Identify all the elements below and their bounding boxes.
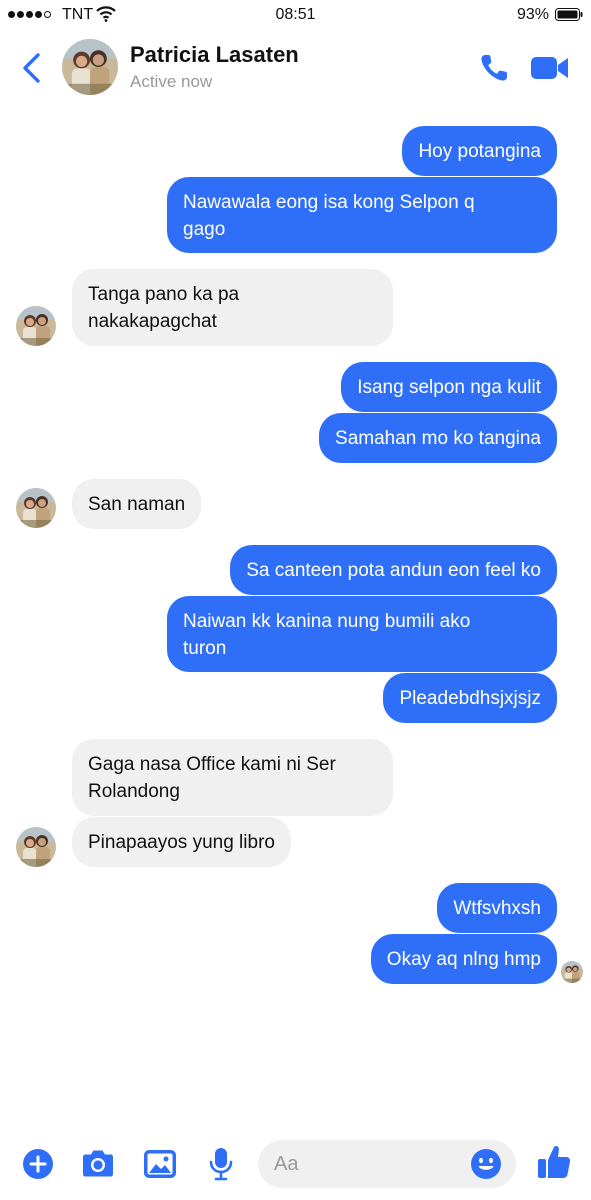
incoming-message[interactable]: Gaga nasa Office kami ni Ser Rolandong [72,739,393,816]
outgoing-message[interactable]: Nawawala eong isa kong Selpon q gago [167,177,557,253]
phone-icon[interactable] [478,52,510,84]
gallery-icon[interactable] [143,1149,177,1179]
microphone-icon[interactable] [208,1147,234,1181]
plus-icon[interactable] [22,1148,54,1180]
message-text: Samahan mo ko tangina [335,428,541,449]
active-status: Active now [130,72,213,91]
message-text: Sa canteen pota andun eon feel ko [246,560,541,581]
message-composer [0,1130,591,1200]
message-text-line: gago [183,219,226,240]
contact-avatar[interactable] [16,306,56,346]
battery-percentage: 93% [516,6,549,23]
outgoing-message[interactable]: Naiwan kk kanina nung bumili ako turon [167,596,557,672]
battery-icon [555,8,583,21]
outgoing-message[interactable]: Isang selpon nga kulit [341,362,557,412]
message-text-line: Rolandong [88,781,180,802]
outgoing-message[interactable]: Samahan mo ko tangina [319,413,557,463]
emoji-icon[interactable] [470,1148,502,1180]
message-text: Isang selpon nga kulit [357,377,541,398]
message-text: Wtfsvhxsh [453,898,541,919]
back-chevron-icon[interactable] [20,52,42,84]
message-text: San naman [88,494,186,515]
message-text: Okay aq nlng hmp [386,949,541,970]
status-bar: TNT 08:51 93% [0,0,591,30]
clock: 08:51 [275,6,316,23]
seen-receipt-avatar [561,961,583,983]
outgoing-message[interactable]: Wtfsvhxsh [437,883,557,933]
contact-avatar[interactable] [16,827,56,867]
thumbs-up-icon[interactable] [537,1144,571,1180]
contact-name[interactable]: Patricia Lasaten [130,42,299,68]
incoming-message[interactable]: Tanga pano ka pa nakakapagchat [72,269,393,346]
incoming-message[interactable]: Pinapaayos yung libro [72,817,291,867]
contact-avatar[interactable] [16,488,56,528]
message-text: Hoy potangina [418,141,541,162]
outgoing-message[interactable]: Hoy potangina [402,126,557,176]
outgoing-message[interactable]: Sa canteen pota andun eon feel ko [230,545,557,595]
outgoing-message[interactable]: Okay aq nlng hmp [370,934,557,984]
outgoing-message[interactable]: Pleadebdhsjxjsjz [383,673,557,723]
contact-avatar[interactable] [62,39,118,95]
video-camera-icon[interactable] [530,54,570,82]
camera-icon[interactable] [80,1149,116,1179]
message-text-line: turon [183,638,227,659]
message-text-line: Naiwan kk kanina nung bumili ako [183,611,471,632]
message-text: Pinapaayos yung libro [88,832,275,853]
conversation-header: Patricia Lasaten Active now [0,30,591,104]
message-text-line: Nawawala eong isa kong Selpon q [183,192,475,213]
message-text-line: Gaga nasa Office kami ni Ser [88,754,336,775]
message-text: Pleadebdhsjxjsjz [399,688,541,709]
message-text-line: Tanga pano ka pa [88,284,240,305]
message-text-line: nakakapagchat [88,311,217,332]
incoming-message[interactable]: San naman [72,479,202,529]
